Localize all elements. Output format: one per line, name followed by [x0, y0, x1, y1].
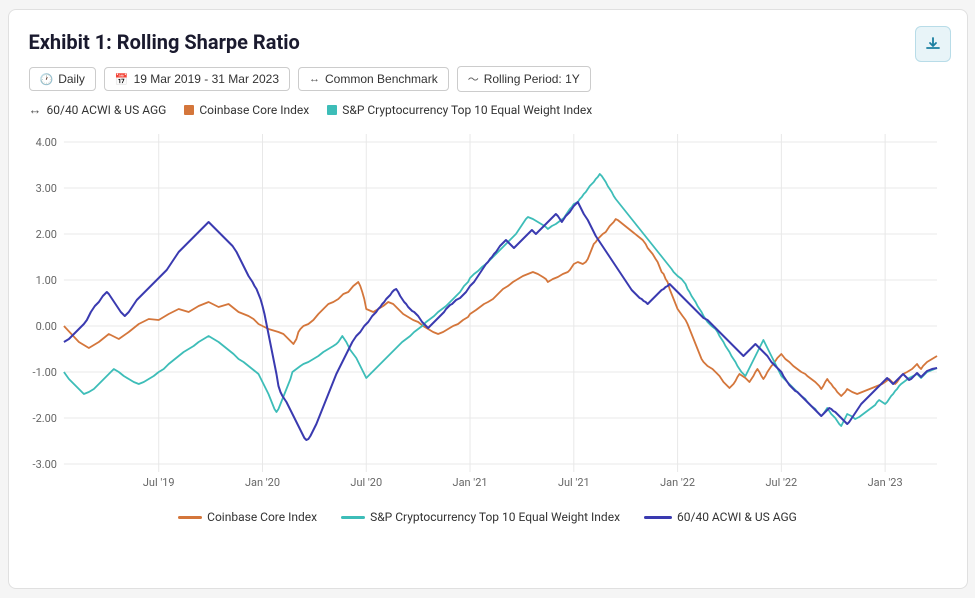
y-label-3: 3.00 — [35, 182, 56, 195]
x-label-jul20: Jul '20 — [350, 476, 382, 489]
main-svg: 4.00 3.00 2.00 1.00 0.00 -1.00 -2.00 -3.… — [29, 124, 947, 504]
calendar-icon: 📅 — [115, 73, 129, 86]
date-range-label: 19 Mar 2019 - 31 Mar 2023 — [134, 72, 279, 86]
acwi-line — [63, 202, 936, 440]
y-label-m3: -3.00 — [32, 458, 56, 471]
benchmark-label: Common Benchmark — [325, 72, 438, 86]
bottom-legend-sp: S&P Cryptocurrency Top 10 Equal Weight I… — [341, 510, 620, 524]
y-label-4: 4.00 — [35, 136, 56, 149]
y-label-2: 2.00 — [35, 228, 56, 241]
y-label-m2: -2.00 — [32, 412, 56, 425]
coinbase-line-swatch — [178, 516, 202, 519]
download-icon — [924, 35, 942, 53]
chart-title: Exhibit 1: Rolling Sharpe Ratio — [29, 30, 947, 54]
x-label-jan20: Jan '20 — [244, 476, 279, 489]
x-label-jul19: Jul '19 — [142, 476, 174, 489]
x-label-jan21: Jan '21 — [452, 476, 487, 489]
bottom-legend-coinbase: Coinbase Core Index — [178, 510, 317, 524]
chart-area: 4.00 3.00 2.00 1.00 0.00 -1.00 -2.00 -3.… — [29, 124, 947, 504]
sp-crypto-line — [63, 174, 936, 426]
chart-container: Exhibit 1: Rolling Sharpe Ratio 🕐 Daily … — [8, 9, 968, 589]
top-legend: ↔ 60/40 ACWI & US AGG Coinbase Core Inde… — [29, 102, 947, 118]
legend-label-1: 60/40 ACWI & US AGG — [47, 103, 167, 117]
date-range-button[interactable]: 📅 19 Mar 2019 - 31 Mar 2023 — [104, 67, 290, 91]
bottom-legend-sp-label: S&P Cryptocurrency Top 10 Equal Weight I… — [370, 510, 620, 524]
arrows-icon: ↔ — [309, 73, 320, 85]
legend-label-3: S&P Cryptocurrency Top 10 Equal Weight I… — [342, 103, 592, 117]
daily-label: Daily — [58, 72, 85, 86]
y-label-m1: -1.00 — [32, 366, 56, 379]
legend-item-3: S&P Cryptocurrency Top 10 Equal Weight I… — [327, 103, 592, 117]
x-label-jan23: Jan '23 — [867, 476, 902, 489]
sp-line-swatch — [341, 516, 365, 519]
download-button[interactable] — [915, 26, 951, 62]
controls-row: 🕐 Daily 📅 19 Mar 2019 - 31 Mar 2023 ↔ Co… — [29, 66, 947, 92]
acwi-line-swatch — [644, 516, 672, 519]
legend-item-1: ↔ 60/40 ACWI & US AGG — [29, 102, 167, 118]
bottom-legend-acwi-label: 60/40 ACWI & US AGG — [677, 510, 797, 524]
wave-icon: 〜 — [468, 71, 479, 87]
legend-label-2: Coinbase Core Index — [199, 103, 309, 117]
rolling-period-button[interactable]: 〜 Rolling Period: 1Y — [457, 66, 591, 92]
x-label-jul22: Jul '22 — [765, 476, 797, 489]
x-label-jan22: Jan '22 — [660, 476, 695, 489]
y-label-1: 1.00 — [35, 274, 56, 287]
rolling-label: Rolling Period: 1Y — [484, 72, 580, 86]
bottom-legend-coinbase-label: Coinbase Core Index — [207, 510, 317, 524]
clock-icon: 🕐 — [40, 73, 54, 86]
legend-item-2: Coinbase Core Index — [184, 103, 309, 117]
benchmark-button[interactable]: ↔ Common Benchmark — [298, 67, 449, 91]
y-label-0: 0.00 — [35, 320, 56, 333]
bottom-legend: Coinbase Core Index S&P Cryptocurrency T… — [29, 510, 947, 524]
daily-button[interactable]: 🕐 Daily — [29, 67, 96, 91]
x-label-jul21: Jul '21 — [557, 476, 589, 489]
bottom-legend-acwi: 60/40 ACWI & US AGG — [644, 510, 797, 524]
